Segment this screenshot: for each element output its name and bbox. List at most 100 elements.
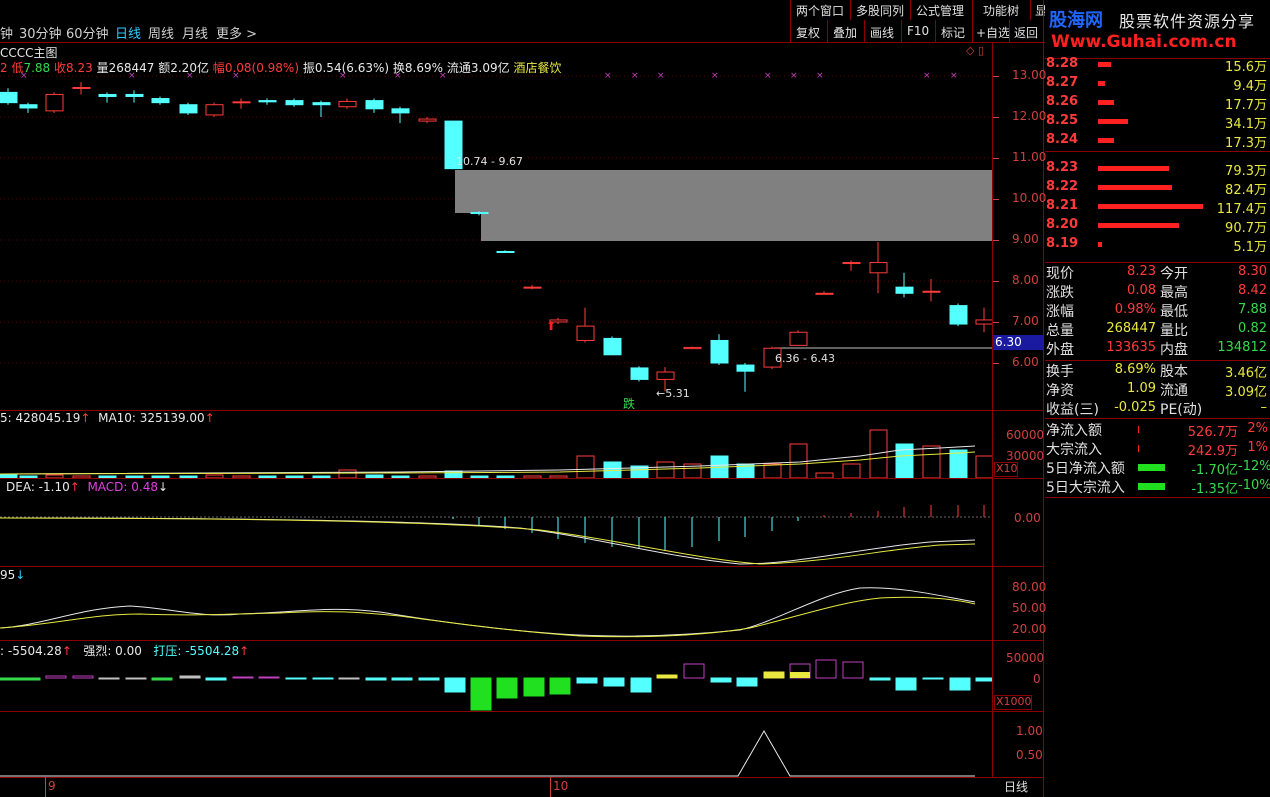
candle-body bbox=[285, 100, 304, 106]
divider bbox=[864, 20, 865, 42]
candle-body bbox=[603, 337, 622, 356]
capital-flow-value: 242.9万 bbox=[1187, 444, 1238, 459]
capital-flow-pct: -12% bbox=[1238, 459, 1270, 474]
volume-bar bbox=[842, 463, 861, 478]
price-tick-mark bbox=[993, 363, 999, 364]
candle-body bbox=[312, 102, 331, 106]
order-volume: 79.3万 bbox=[1225, 164, 1267, 179]
macd-chart[interactable] bbox=[0, 478, 992, 566]
formula-manager-button[interactable]: 公式管理 bbox=[916, 2, 964, 19]
function-tree-button[interactable]: 功能树 bbox=[983, 2, 1019, 19]
volume-bar bbox=[656, 461, 675, 478]
flow-multiplier-text: X1000 bbox=[996, 695, 1032, 708]
order-volume-bar bbox=[1098, 138, 1114, 143]
price-tick-mark bbox=[993, 158, 999, 159]
quote-value: 1.09 bbox=[1127, 381, 1156, 396]
vol-ma5-line bbox=[0, 445, 976, 475]
x-tick bbox=[550, 777, 551, 797]
period-60min[interactable]: 60分钟 bbox=[66, 23, 109, 42]
quote-label: 现价 bbox=[1046, 266, 1074, 282]
flow-bar bbox=[125, 677, 147, 680]
period-daily[interactable]: 日线 bbox=[115, 23, 141, 42]
order-volume: 82.4万 bbox=[1225, 183, 1267, 198]
draw-line-button[interactable]: 画线 bbox=[870, 24, 894, 41]
capital-flow-value: -1.70亿 bbox=[1191, 463, 1238, 478]
divider bbox=[1009, 20, 1010, 42]
divider bbox=[972, 20, 973, 42]
candle-body bbox=[949, 305, 968, 325]
kdj-k-line bbox=[0, 587, 976, 637]
mark-button[interactable]: 标记 bbox=[941, 24, 965, 41]
order-volume-bar bbox=[1098, 185, 1172, 190]
low-annotation: ←5.31 bbox=[656, 387, 690, 400]
signal-x-mark: × bbox=[186, 71, 194, 81]
signal-chart[interactable] bbox=[0, 711, 992, 777]
volume-chart[interactable] bbox=[0, 410, 992, 478]
candle-body bbox=[45, 93, 64, 112]
period-min[interactable]: 钟 bbox=[0, 23, 13, 42]
overlay-button[interactable]: 叠加 bbox=[833, 24, 857, 41]
price-tick: 8.00 bbox=[1012, 273, 1039, 287]
flow-bar bbox=[444, 677, 466, 693]
price-tick: 10.00 bbox=[1012, 191, 1047, 205]
signal-x-mark: × bbox=[790, 71, 798, 81]
divider bbox=[1030, 0, 1031, 20]
price-tick-mark bbox=[993, 240, 999, 241]
flow-bar bbox=[365, 677, 387, 681]
quote-label: 外盘 bbox=[1046, 342, 1074, 358]
order-volume: 17.7万 bbox=[1225, 98, 1267, 113]
quote-label: PE(动) bbox=[1160, 402, 1203, 418]
kdj-tick-50: 50.00 bbox=[1012, 601, 1047, 615]
price-tick: 6.00 bbox=[1012, 355, 1039, 369]
flow-bar bbox=[975, 677, 992, 682]
period-weekly[interactable]: 周线 bbox=[148, 23, 174, 42]
brand-banner: 股海网 股票软件资源分享 Www.Guhai.com.cn bbox=[1045, 0, 1270, 58]
add-watchlist-button[interactable]: +自选 bbox=[976, 24, 1010, 41]
kdj-tick-20: 20.00 bbox=[1012, 622, 1047, 636]
quote-value: 8.23 bbox=[1127, 264, 1156, 279]
period-monthly[interactable]: 月线 bbox=[182, 23, 208, 42]
candle-body bbox=[496, 250, 515, 253]
price-tick-mark bbox=[993, 117, 999, 118]
candlestick-chart[interactable]: × × × × × × × × × × × × × × × × bbox=[0, 42, 992, 410]
x-period-label[interactable]: 日线 bbox=[1004, 778, 1028, 795]
candle-body bbox=[656, 371, 675, 380]
x-label-10: 10 bbox=[553, 779, 569, 793]
signal-x-mark: × bbox=[923, 71, 931, 81]
flow-bar bbox=[922, 677, 944, 680]
price-tick: 7.00 bbox=[1012, 314, 1039, 328]
flow-bar bbox=[815, 659, 837, 679]
two-window-button[interactable]: 两个窗口 bbox=[796, 2, 844, 19]
flow-bar bbox=[151, 677, 173, 681]
price-tick-mark bbox=[993, 322, 999, 323]
f10-button[interactable]: F10 bbox=[907, 24, 929, 38]
quote-value: 3.09亿 bbox=[1225, 385, 1267, 400]
flow-bar bbox=[656, 674, 678, 679]
order-price: 8.20 bbox=[1046, 217, 1079, 232]
quote-label: 最高 bbox=[1160, 285, 1188, 301]
flow-chart[interactable] bbox=[0, 640, 992, 711]
divider bbox=[935, 20, 936, 42]
back-button[interactable]: 返回 bbox=[1014, 24, 1038, 41]
gap-annotation-2: 6.36 - 6.43 bbox=[775, 352, 835, 365]
quote-value: 8.69% bbox=[1114, 362, 1156, 377]
period-30min[interactable]: 30分钟 bbox=[19, 23, 62, 42]
flow-multiplier: X1000 bbox=[994, 695, 1032, 710]
capital-flow-label: 5日大宗流入 bbox=[1046, 480, 1125, 496]
price-tick-mark bbox=[993, 76, 999, 77]
multi-stock-button[interactable]: 多股同列 bbox=[856, 2, 904, 19]
candle-body bbox=[710, 339, 729, 364]
candle-body bbox=[683, 346, 702, 350]
brand-url: Www.Guhai.com.cn bbox=[1051, 32, 1237, 52]
candle-body bbox=[232, 101, 251, 104]
price-tick: 11.00 bbox=[1012, 150, 1047, 164]
order-volume-bar bbox=[1098, 100, 1114, 105]
candle-body bbox=[922, 290, 941, 293]
order-price: 8.26 bbox=[1046, 94, 1079, 109]
divider bbox=[1045, 497, 1270, 498]
fuquan-button[interactable]: 复权 bbox=[796, 24, 820, 41]
gap-annotation-1: 10.74 - 9.67 bbox=[456, 155, 523, 168]
kdj-chart[interactable] bbox=[0, 566, 992, 640]
candle-body bbox=[391, 108, 410, 114]
period-more[interactable]: 更多 > bbox=[216, 23, 257, 42]
